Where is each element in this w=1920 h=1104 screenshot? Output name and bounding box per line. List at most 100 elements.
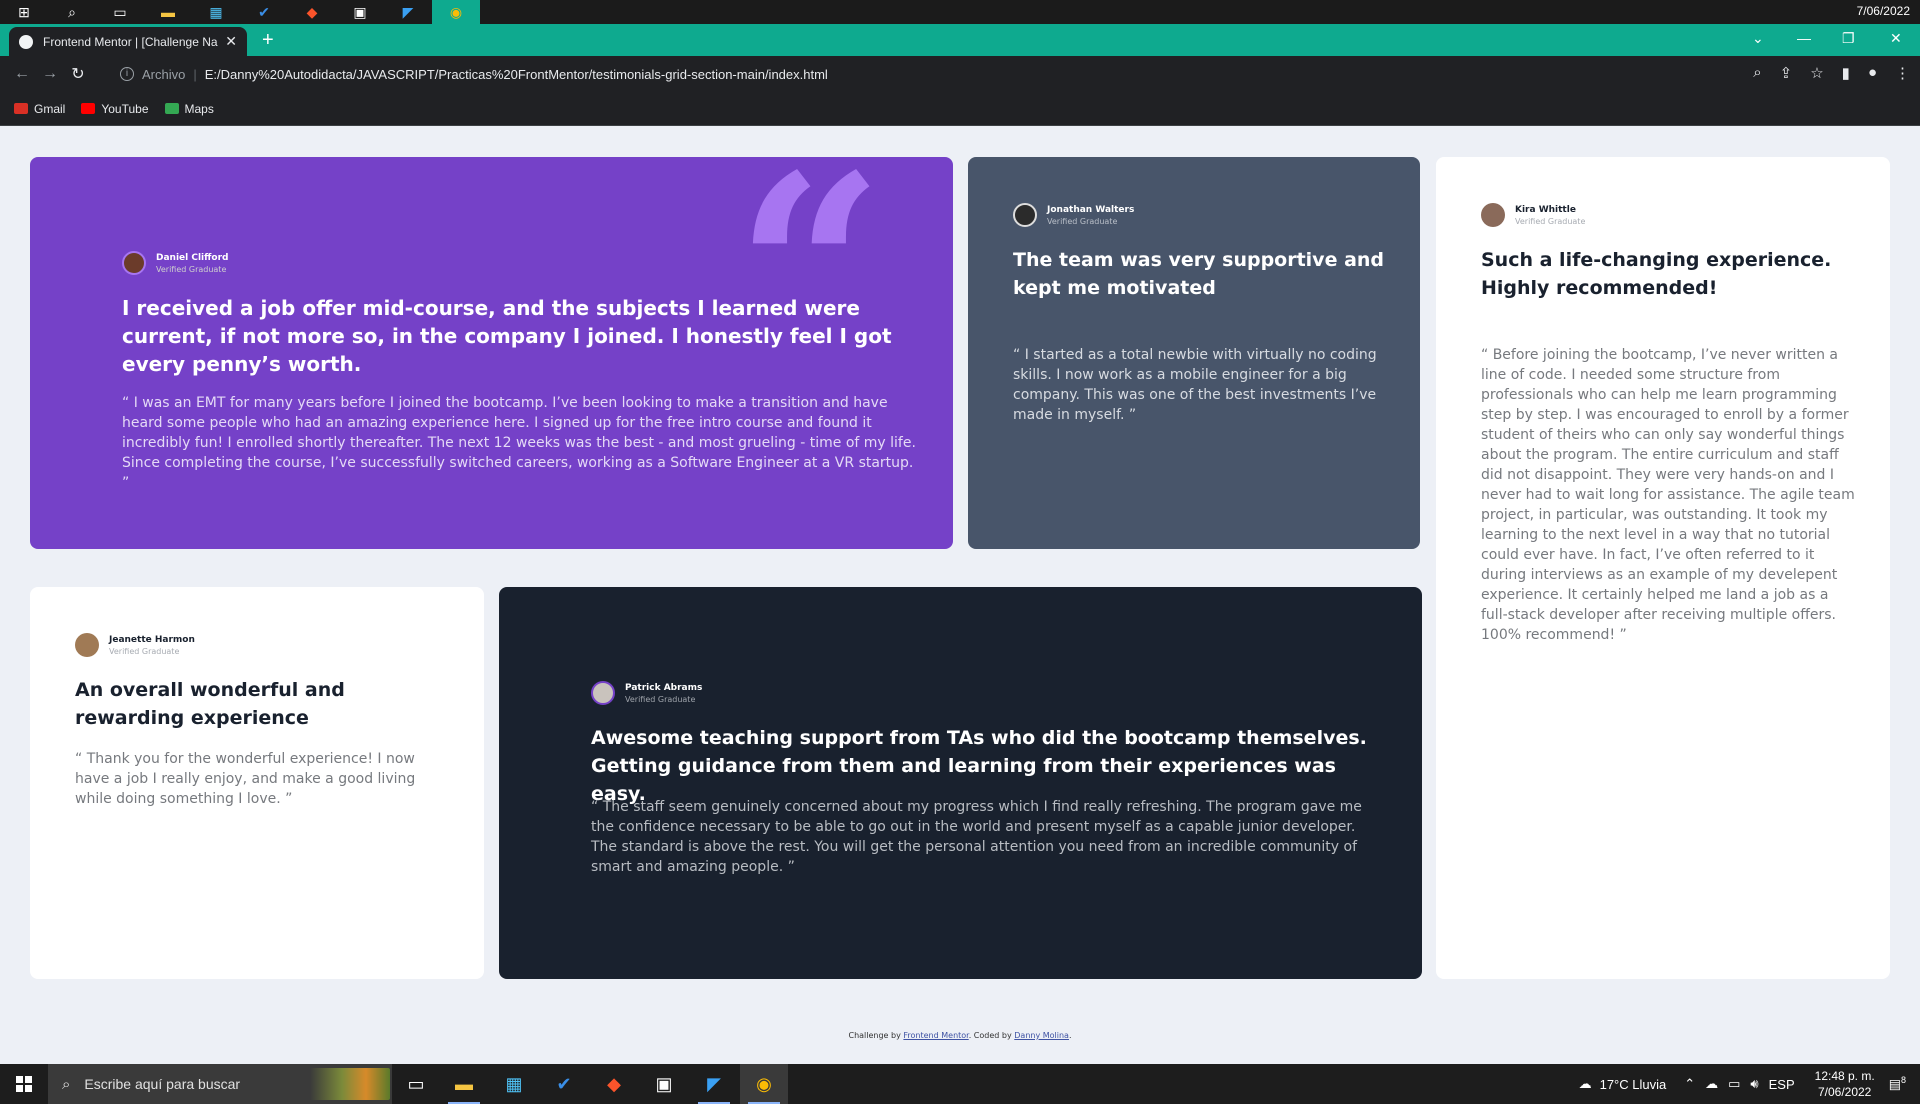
new-tab-button[interactable]: +: [262, 30, 274, 50]
address-scheme-label: Archivo: [142, 66, 186, 82]
close-tab-icon[interactable]: ✕: [225, 33, 237, 50]
avatar: [591, 681, 615, 705]
share-icon[interactable]: ⇪: [1780, 64, 1793, 82]
testimonial-quote: “ Before joining the bootcamp, I’ve neve…: [1481, 347, 1855, 643]
side-panel-icon[interactable]: ▮: [1842, 64, 1850, 82]
clock-time: 12:48 p. m.: [1814, 1069, 1875, 1083]
todo-icon[interactable]: ✔: [540, 1064, 588, 1104]
forward-button[interactable]: →: [36, 65, 64, 83]
tab-search-icon[interactable]: ⌄: [1752, 30, 1764, 47]
youtube-icon: [81, 103, 96, 114]
author-status: Verified Graduate: [1047, 216, 1118, 226]
testimonial-card-patrick: Patrick Abrams Verified Graduate Awesome…: [499, 587, 1422, 979]
notification-count: 8: [1900, 1075, 1906, 1086]
testimonial-quote: “ I started as a total newbie with virtu…: [1013, 347, 1377, 423]
bookmarks-bar: Gmail YouTube Maps: [0, 92, 1920, 126]
vscode-icon[interactable]: ◤: [690, 1064, 738, 1104]
epic-games-icon[interactable]: ▣: [640, 1064, 688, 1104]
task-view-icon[interactable]: ▭: [96, 0, 144, 24]
author-name: Daniel Clifford: [156, 252, 229, 263]
back-button[interactable]: ←: [8, 65, 36, 83]
top-date: 7/06/2022: [1856, 4, 1910, 18]
tab-strip: Frontend Mentor | [Challenge Na ✕ + ⌄ — …: [0, 24, 1920, 56]
task-view-icon[interactable]: ▭: [392, 1064, 440, 1104]
profile-icon[interactable]: ●: [1868, 64, 1877, 82]
bookmark-youtube[interactable]: YouTube: [81, 101, 149, 116]
language-indicator[interactable]: ESP: [1769, 1077, 1795, 1092]
site-info-icon[interactable]: i: [120, 67, 134, 81]
reload-button[interactable]: ↻: [64, 64, 92, 84]
brave-icon[interactable]: ◆: [590, 1064, 638, 1104]
testimonial-card-jonathan: Jonathan Walters Verified Graduate The t…: [968, 157, 1420, 549]
clock-date: 7/06/2022: [1817, 1085, 1872, 1099]
onedrive-icon[interactable]: ☁: [1705, 1076, 1718, 1092]
testimonial-headline: I received a job offer mid-course, and t…: [122, 296, 892, 376]
bookmark-label: YouTube: [101, 101, 149, 116]
chrome-icon[interactable]: ◉: [740, 1064, 788, 1104]
author-name: Kira Whittle: [1515, 204, 1576, 215]
author-status: Verified Graduate: [109, 646, 180, 656]
bookmark-gmail[interactable]: Gmail: [14, 102, 65, 116]
vscode-icon[interactable]: ◤: [384, 0, 432, 24]
epic-games-icon[interactable]: ▣: [336, 0, 384, 24]
chevron-up-icon[interactable]: ⌃: [1684, 1076, 1695, 1092]
testimonial-headline: Such a life-changing experience. Highly …: [1481, 249, 1832, 299]
testimonial-author: Jonathan Walters Verified Graduate: [1013, 203, 1134, 227]
tab-title: Frontend Mentor | [Challenge Na: [43, 34, 218, 49]
frontend-mentor-link[interactable]: Frontend Mentor: [903, 1031, 968, 1040]
testimonial-author: Patrick Abrams Verified Graduate: [591, 681, 702, 705]
attribution: Challenge by Frontend Mentor. Coded by D…: [0, 1031, 1920, 1040]
testimonial-card-daniel: “ Daniel Clifford Verified Graduate I re…: [30, 157, 953, 549]
author-link[interactable]: Danny Molina: [1014, 1031, 1069, 1040]
author-name: Jonathan Walters: [1047, 204, 1135, 215]
search-icon[interactable]: ⌕: [48, 0, 96, 24]
minimize-button[interactable]: —: [1797, 30, 1811, 46]
volume-icon[interactable]: 🔊︎: [1750, 1076, 1758, 1092]
gmail-icon: [14, 103, 28, 114]
file-explorer-icon[interactable]: ▬: [144, 0, 192, 24]
browser-tab[interactable]: Frontend Mentor | [Challenge Na ✕: [9, 27, 247, 56]
zoom-icon[interactable]: ⌕: [1753, 64, 1761, 82]
clock[interactable]: 12:48 p. m. 7/06/2022: [1815, 1068, 1875, 1100]
network-icon[interactable]: ▭: [1728, 1076, 1740, 1092]
avatar: [1013, 203, 1037, 227]
windows-icon[interactable]: ⊞: [0, 0, 48, 24]
start-button[interactable]: [0, 1064, 48, 1104]
taskbar: ⌕ Escribe aquí para buscar ▭ ▬ ▦ ✔ ◆ ▣ ◤…: [0, 1064, 1920, 1104]
bookmark-maps[interactable]: Maps: [164, 102, 214, 116]
file-explorer-icon[interactable]: ▬: [440, 1064, 488, 1104]
todo-icon[interactable]: ✔: [240, 0, 288, 24]
attribution-middle: . Coded by: [968, 1031, 1012, 1040]
testimonial-author: Daniel Clifford Verified Graduate: [122, 251, 229, 275]
avatar: [75, 633, 99, 657]
brave-icon[interactable]: ◆: [288, 0, 336, 24]
weather-widget[interactable]: ☁ 17°C Lluvia: [1579, 1076, 1667, 1092]
author-status: Verified Graduate: [156, 264, 227, 274]
author-status: Verified Graduate: [625, 694, 696, 704]
top-taskbar-strip: ⊞ ⌕ ▭ ▬ ▦ ✔ ◆ ▣ ◤ ◉ 7/06/2022: [0, 0, 1920, 24]
page-viewport: “ Daniel Clifford Verified Graduate I re…: [0, 126, 1920, 1064]
author-status: Verified Graduate: [1515, 216, 1586, 226]
testimonial-author: Jeanette Harmon Verified Graduate: [75, 633, 195, 657]
address-url[interactable]: E:/Danny%20Autodidacta/JAVASCRIPT/Practi…: [205, 67, 828, 82]
close-window-button[interactable]: ✕: [1890, 30, 1902, 47]
testimonial-quote: “ The staff seem genuinely concerned abo…: [591, 799, 1362, 875]
search-placeholder: Escribe aquí para buscar: [84, 1076, 241, 1092]
menu-icon[interactable]: ⋮: [1895, 64, 1910, 82]
store-icon[interactable]: ▦: [490, 1064, 538, 1104]
store-icon[interactable]: ▦: [192, 0, 240, 24]
restore-button[interactable]: ❐: [1842, 30, 1855, 47]
bookmark-label: Gmail: [34, 101, 66, 116]
weather-icon: ☁: [1578, 1076, 1592, 1091]
address-bar[interactable]: i Archivo | E:/Danny%20Autodidacta/JAVAS…: [110, 60, 1690, 88]
system-tray: ☁ 17°C Lluvia ⌃ ☁ ▭ 🔊︎ ESP 12:48 p. m. 7…: [1579, 1064, 1920, 1104]
bookmark-star-icon[interactable]: ☆: [1810, 64, 1823, 82]
author-name: Patrick Abrams: [625, 682, 703, 693]
windows-icon: [16, 1076, 32, 1092]
notifications-icon[interactable]: ▤8: [1889, 1075, 1906, 1092]
chrome-icon[interactable]: ◉: [432, 0, 480, 24]
address-separator: |: [193, 66, 197, 82]
testimonial-quote: “ I was an EMT for many years before I j…: [122, 395, 916, 491]
testimonial-author: Kira Whittle Verified Graduate: [1481, 203, 1585, 227]
weather-text: 17°C Lluvia: [1599, 1076, 1667, 1092]
